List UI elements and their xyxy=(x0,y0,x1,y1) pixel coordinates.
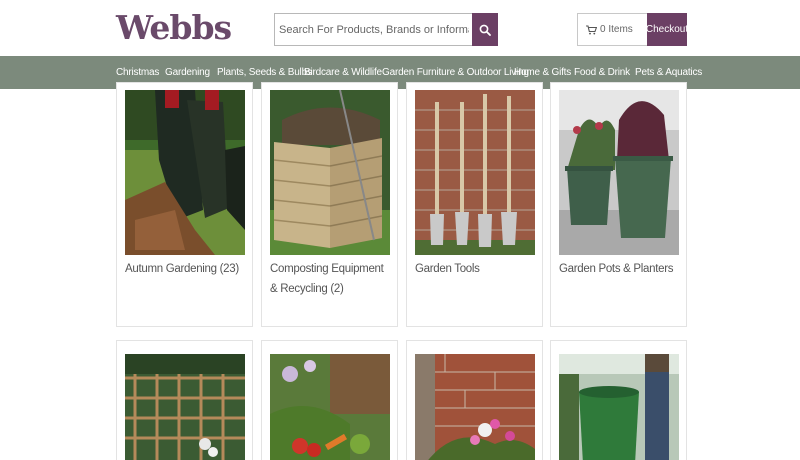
cart-button[interactable]: 0 Items xyxy=(577,13,648,46)
garden-pots-image xyxy=(559,90,679,255)
webbs-logo[interactable]: Webbs xyxy=(116,8,232,47)
category-card-composting[interactable]: Composting Equipment & Recycling (2) xyxy=(261,82,398,327)
category-card-garden-pots[interactable]: Garden Pots & Planters xyxy=(550,82,687,327)
cart-count: 0 Items xyxy=(600,24,633,35)
grow-your-own-image xyxy=(270,354,390,460)
trellis-image xyxy=(125,354,245,460)
shopping-cart-icon xyxy=(586,24,597,34)
autumn-gardening-image xyxy=(125,90,245,255)
search-input[interactable] xyxy=(279,14,469,45)
composting-image xyxy=(270,90,390,255)
search-icon xyxy=(479,24,491,36)
category-label[interactable]: Garden Pots & Planters xyxy=(559,259,679,279)
category-card-trellis[interactable] xyxy=(116,340,253,460)
category-card-garden-tools[interactable]: Garden Tools xyxy=(406,82,543,327)
category-card-bulbs[interactable] xyxy=(406,340,543,460)
category-card-garden-waste[interactable] xyxy=(550,340,687,460)
bulbs-image xyxy=(415,354,535,460)
search-field[interactable] xyxy=(274,13,473,46)
garden-waste-image xyxy=(559,354,679,460)
site-header: Webbs 0 Items Checkout xyxy=(0,0,800,56)
category-label[interactable]: Garden Tools xyxy=(415,259,535,279)
category-label[interactable]: Composting Equipment & Recycling (2) xyxy=(270,259,390,299)
garden-tools-image xyxy=(415,90,535,255)
category-card-grow-your-own[interactable] xyxy=(261,340,398,460)
category-card-autumn-gardening[interactable]: Autumn Gardening (23) xyxy=(116,82,253,327)
search-button[interactable] xyxy=(472,13,498,46)
checkout-button[interactable]: Checkout xyxy=(646,13,688,46)
category-label[interactable]: Autumn Gardening (23) xyxy=(125,259,245,279)
